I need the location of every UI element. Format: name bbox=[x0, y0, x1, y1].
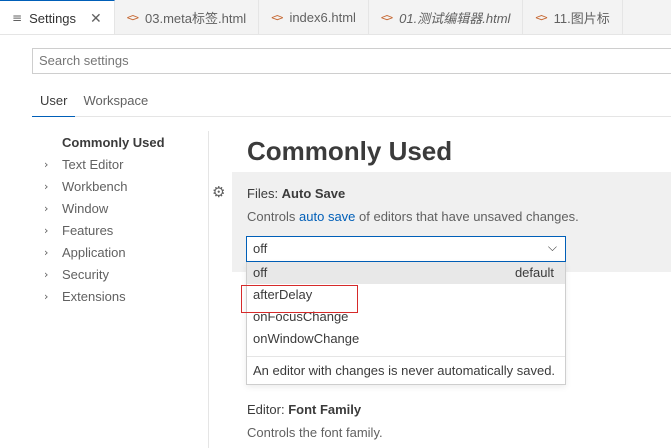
toc-item-security[interactable]: › Security bbox=[44, 263, 214, 285]
search-settings-input[interactable]: Search settings bbox=[32, 48, 671, 74]
desc-text: of editors that have unsaved changes. bbox=[355, 209, 579, 224]
auto-save-select[interactable]: off ⌵ bbox=[246, 236, 566, 262]
tab-meta-html[interactable]: <> 03.meta标签.html bbox=[115, 0, 260, 34]
tab-settings[interactable]: ≡ Settings ✕ bbox=[0, 0, 115, 34]
html-brackets-icon: <> bbox=[271, 11, 283, 24]
auto-save-dropdown-list: off default afterDelay onFocusChange onW… bbox=[246, 262, 566, 385]
font-family-title: Editor: Font Family bbox=[247, 402, 361, 417]
option-label: off bbox=[253, 265, 268, 280]
annotation-highlight-box bbox=[241, 285, 358, 313]
auto-save-title: Files: Auto Save bbox=[247, 186, 345, 201]
toc-divider bbox=[208, 131, 209, 448]
toc-label: Security bbox=[62, 266, 109, 282]
setting-category: Editor: bbox=[247, 402, 289, 417]
tab-workspace[interactable]: Workspace bbox=[75, 87, 156, 117]
chevron-right-icon: › bbox=[44, 223, 49, 237]
toc-label: Window bbox=[62, 200, 109, 216]
toc-label: Text Editor bbox=[62, 156, 124, 172]
toc-label: Features bbox=[62, 222, 114, 238]
default-badge: default bbox=[514, 265, 554, 280]
toc-label: Commonly Used bbox=[62, 134, 165, 150]
tab-editor-test-html[interactable]: <> 01.测试编辑器.html bbox=[369, 0, 524, 34]
option-off[interactable]: off default bbox=[247, 262, 565, 284]
toc-label: Workbench bbox=[62, 178, 128, 194]
chevron-right-icon: › bbox=[44, 267, 49, 281]
toc-item-features[interactable]: › Features bbox=[44, 219, 214, 241]
setting-name: Auto Save bbox=[281, 186, 346, 201]
toc-item-application[interactable]: › Application bbox=[44, 241, 214, 263]
html-brackets-icon: <> bbox=[535, 11, 547, 24]
editor-tab-bar: ≡ Settings ✕ <> 03.meta标签.html <> index6… bbox=[0, 0, 671, 35]
chevron-right-icon: › bbox=[44, 201, 49, 215]
toc-item-commonly-used[interactable]: Commonly Used bbox=[44, 131, 214, 153]
toc-item-extensions[interactable]: › Extensions bbox=[44, 285, 214, 307]
toc-label: Application bbox=[62, 244, 126, 260]
tab-index6-html[interactable]: <> index6.html bbox=[259, 0, 369, 34]
settings-scope-tabs: User Workspace bbox=[32, 87, 671, 117]
html-brackets-icon: <> bbox=[126, 11, 139, 24]
chevron-right-icon: › bbox=[44, 245, 49, 259]
desc-text: Controls bbox=[247, 209, 300, 224]
option-on-window-change[interactable]: onWindowChange bbox=[247, 328, 565, 350]
gear-icon[interactable]: ⚙ bbox=[212, 183, 225, 201]
chevron-right-icon: › bbox=[44, 289, 49, 303]
chevron-right-icon: › bbox=[44, 179, 49, 193]
toc-item-text-editor[interactable]: › Text Editor bbox=[44, 153, 214, 175]
tab-label: Settings bbox=[29, 10, 77, 26]
tab-label: 01.测试编辑器.html bbox=[399, 11, 511, 26]
tab-label: 03.meta标签.html bbox=[145, 11, 247, 26]
tab-user[interactable]: User bbox=[32, 87, 76, 117]
settings-toc: Commonly Used › Text Editor › Workbench … bbox=[44, 131, 214, 307]
setting-name: Font Family bbox=[288, 402, 362, 417]
toc-label: Extensions bbox=[62, 288, 126, 304]
font-family-description: Controls the font family. bbox=[247, 425, 383, 440]
tab-label: 11.图片标 bbox=[553, 11, 610, 26]
chevron-right-icon: › bbox=[44, 157, 49, 171]
toc-item-window[interactable]: › Window bbox=[44, 197, 214, 219]
html-brackets-icon: <> bbox=[380, 11, 393, 24]
select-value: off bbox=[253, 241, 268, 256]
chevron-down-icon: ⌵ bbox=[547, 240, 557, 254]
setting-category: Files: bbox=[247, 186, 282, 201]
settings-lines-icon: ≡ bbox=[12, 11, 23, 25]
tab-image-html[interactable]: <> 11.图片标 bbox=[523, 0, 623, 34]
toc-item-workbench[interactable]: › Workbench bbox=[44, 175, 214, 197]
tab-label: index6.html bbox=[289, 10, 356, 25]
auto-save-link[interactable]: auto save bbox=[299, 209, 355, 224]
auto-save-description: Controls auto save of editors that have … bbox=[247, 209, 579, 224]
close-icon[interactable]: ✕ bbox=[90, 10, 102, 27]
option-description: An editor with changes is never automati… bbox=[247, 356, 565, 384]
option-label: onWindowChange bbox=[253, 331, 360, 346]
section-title: Commonly Used bbox=[247, 136, 453, 166]
